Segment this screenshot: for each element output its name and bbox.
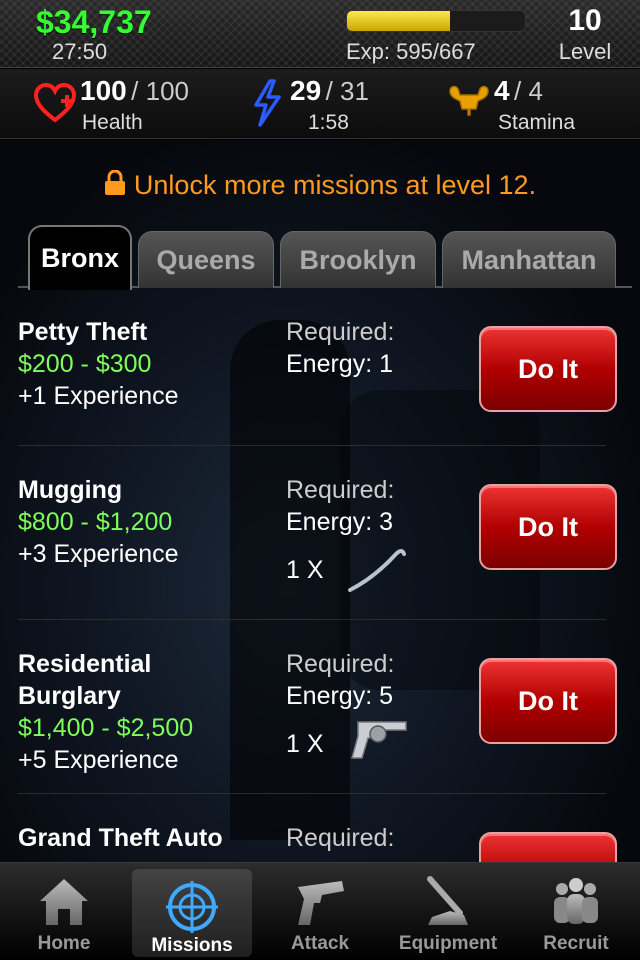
cash-timer: 27:50 <box>52 39 108 64</box>
nav-home-label: Home <box>37 933 91 954</box>
tab-bronx[interactable]: Bronx <box>28 225 132 290</box>
do-it-button[interactable]: Do It <box>479 326 617 412</box>
stamina-label: Stamina <box>498 111 576 134</box>
mission-title: Grand Theft Auto <box>18 824 223 852</box>
tab-manhattan[interactable]: Manhattan <box>442 231 616 288</box>
health-label: Health <box>82 111 143 134</box>
health-value: 100 <box>80 75 127 106</box>
mission-energy: Energy: 5 <box>286 682 394 710</box>
mission-payout: $800 - $1,200 <box>18 508 173 536</box>
cash-amount: $34,737 <box>36 4 152 40</box>
mission-payout: $1,400 - $2,500 <box>18 714 194 742</box>
energy-value: 29 <box>290 75 322 106</box>
lock-icon <box>104 170 125 195</box>
mission-required-label: Required: <box>286 318 395 346</box>
stamina-max: / 4 <box>514 76 543 106</box>
unlock-text: Unlock more missions at level 12. <box>133 170 537 200</box>
tab-queens[interactable]: Queens <box>138 231 274 288</box>
status-header: $34,737 27:50 Exp: 595/667 10 Level <box>0 0 640 68</box>
level-label: Level <box>558 39 612 64</box>
health-stat: 100 / 100 Health <box>80 75 189 134</box>
crowbar-icon <box>348 549 406 592</box>
nav-missions[interactable]: Missions <box>132 869 252 957</box>
player-stats-row: 100 / 100 Health 29 / 31 1:58 4 / 4 Stam… <box>0 69 640 139</box>
unlock-message: Unlock more missions at level 12. <box>0 170 640 201</box>
pistol-icon <box>298 881 344 925</box>
do-it-button[interactable]: Do It <box>479 484 617 570</box>
mission-grand-theft-auto: Grand Theft Auto Required: <box>18 794 617 862</box>
stamina-stat: 4 / 4 Stamina <box>494 75 575 134</box>
people-group-icon <box>554 878 598 924</box>
borough-tabs: Bronx Queens Brooklyn Manhattan <box>18 225 632 290</box>
mission-required-label: Required: <box>286 476 395 504</box>
health-max: / 100 <box>131 76 189 106</box>
mission-energy: Energy: 1 <box>286 350 394 378</box>
mission-petty-theft: Petty Theft $200 - $300 +1 Experience Re… <box>18 300 617 446</box>
nav-attack-label: Attack <box>290 933 350 954</box>
mission-item-qty: 1 X <box>286 556 324 584</box>
crosshair-icon <box>166 881 218 933</box>
tab-brooklyn[interactable]: Brooklyn <box>280 231 436 288</box>
mission-title: Mugging <box>18 476 123 504</box>
mission-mugging: Mugging $800 - $1,200 +3 Experience Requ… <box>18 446 617 620</box>
flexed-arm-icon <box>449 85 489 116</box>
experience-progress-bar <box>346 10 526 32</box>
nav-home[interactable]: Home <box>4 863 124 960</box>
mission-item-qty: 1 X <box>286 730 324 758</box>
mission-energy: Energy: 3 <box>286 508 394 536</box>
weapon-launcher-icon <box>427 876 468 925</box>
mission-required-label: Required: <box>286 824 395 852</box>
revolver-icon <box>351 721 407 759</box>
do-it-button[interactable]: Do It <box>479 658 617 744</box>
energy-max: / 31 <box>325 76 369 106</box>
mission-residential-burglary: Residential Burglary $1,400 - $2,500 +5 … <box>18 620 617 794</box>
mission-required-label: Required: <box>286 650 395 678</box>
heart-icon <box>34 83 76 123</box>
mission-title-line1: Residential <box>18 650 152 678</box>
experience-progress-fill <box>347 11 451 31</box>
level-value: 10 <box>568 4 602 37</box>
nav-attack[interactable]: Attack <box>260 863 380 960</box>
mission-title: Petty Theft <box>18 318 148 346</box>
bottom-tab-bar: Home Missions Attack Equipment Recruit <box>0 862 640 960</box>
energy-stat: 29 / 31 1:58 <box>290 75 369 134</box>
experience-text: Exp: 595/667 <box>346 39 476 64</box>
nav-equipment[interactable]: Equipment <box>388 863 508 960</box>
nav-recruit-label: Recruit <box>543 933 609 954</box>
nav-missions-label: Missions <box>151 935 233 956</box>
do-it-button[interactable] <box>479 832 617 862</box>
house-icon <box>40 879 88 925</box>
mission-experience: +3 Experience <box>18 540 179 568</box>
mission-experience: +5 Experience <box>18 746 179 774</box>
energy-timer: 1:58 <box>308 111 349 134</box>
mission-title-line2: Burglary <box>18 682 121 710</box>
nav-recruit[interactable]: Recruit <box>516 863 636 960</box>
lightning-bolt-icon <box>254 79 281 127</box>
nav-equipment-label: Equipment <box>398 933 498 954</box>
stamina-value: 4 <box>494 75 510 106</box>
missions-content[interactable]: Unlock more missions at level 12. Bronx … <box>0 140 640 862</box>
mission-payout: $200 - $300 <box>18 350 152 378</box>
mission-experience: +1 Experience <box>18 382 179 410</box>
